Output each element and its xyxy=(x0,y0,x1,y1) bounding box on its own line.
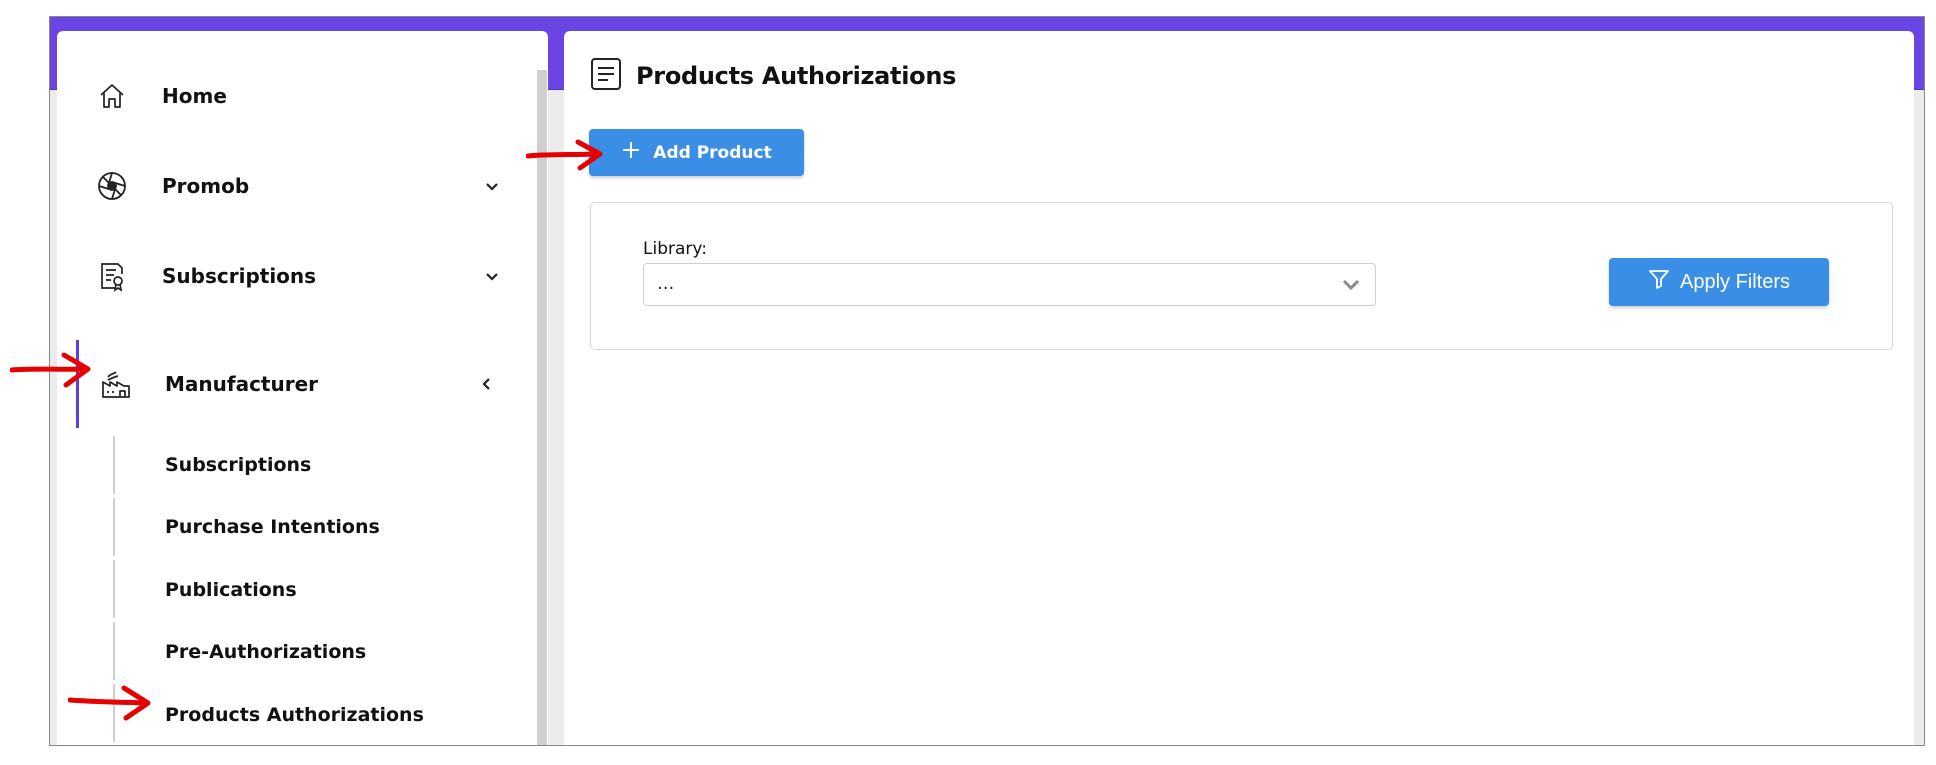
sidebar: Home Promob Subscriptions Manufacturer S… xyxy=(57,31,548,745)
app-window: Home Promob Subscriptions Manufacturer S… xyxy=(49,16,1925,746)
certificate-document-icon xyxy=(95,259,129,293)
chevron-down-icon xyxy=(1341,274,1361,298)
submenu-item-products-authorizations[interactable]: Products Authorizations xyxy=(165,704,424,726)
sidebar-item-label: Home xyxy=(162,84,227,108)
submenu-item-purchase-intentions[interactable]: Purchase Intentions xyxy=(165,516,380,538)
sidebar-item-label: Promob xyxy=(162,174,250,198)
plus-icon xyxy=(621,140,641,165)
apply-filters-label: Apply Filters xyxy=(1679,270,1791,293)
apply-filters-button[interactable]: Apply Filters xyxy=(1609,258,1829,306)
submenu-connector xyxy=(113,498,115,556)
chevron-left-icon[interactable] xyxy=(475,372,499,396)
page-header: Products Authorizations xyxy=(590,57,956,95)
sidebar-item-manufacturer[interactable]: Manufacturer xyxy=(57,356,527,412)
sidebar-item-promob[interactable]: Promob xyxy=(57,158,527,214)
sidebar-item-label: Subscriptions xyxy=(162,264,317,288)
submenu-connector xyxy=(113,436,115,494)
submenu-connector xyxy=(113,560,115,618)
library-label: Library: xyxy=(643,239,707,259)
submenu-item-pre-authorizations[interactable]: Pre-Authorizations xyxy=(165,641,366,663)
chevron-down-icon[interactable] xyxy=(480,264,504,288)
chevron-down-icon[interactable] xyxy=(480,174,504,198)
page-title: Products Authorizations xyxy=(636,62,957,90)
add-product-label: Add Product xyxy=(653,142,772,163)
library-select[interactable]: ... xyxy=(643,263,1376,306)
add-product-button[interactable]: Add Product xyxy=(589,129,804,176)
factory-icon xyxy=(99,367,133,401)
document-lines-icon xyxy=(590,57,622,95)
filters-panel: Library: ... Apply Filters xyxy=(590,202,1893,350)
annotation-arrow-add-product xyxy=(526,139,603,171)
submenu-item-publications[interactable]: Publications xyxy=(165,579,297,601)
annotation-arrow-manufacturer xyxy=(10,352,91,388)
main-content: Products Authorizations Add Product Libr… xyxy=(564,31,1914,745)
sidebar-item-label: Manufacturer xyxy=(165,372,319,396)
library-select-value: ... xyxy=(657,273,675,294)
filter-icon xyxy=(1648,268,1670,296)
home-icon xyxy=(95,79,129,113)
aperture-icon xyxy=(95,169,129,203)
submenu-connector xyxy=(113,622,115,680)
submenu-item-subscriptions[interactable]: Subscriptions xyxy=(165,454,311,476)
annotation-arrow-products-authorizations xyxy=(68,685,151,721)
sidebar-item-subscriptions[interactable]: Subscriptions xyxy=(57,248,527,304)
sidebar-item-home[interactable]: Home xyxy=(57,68,527,124)
